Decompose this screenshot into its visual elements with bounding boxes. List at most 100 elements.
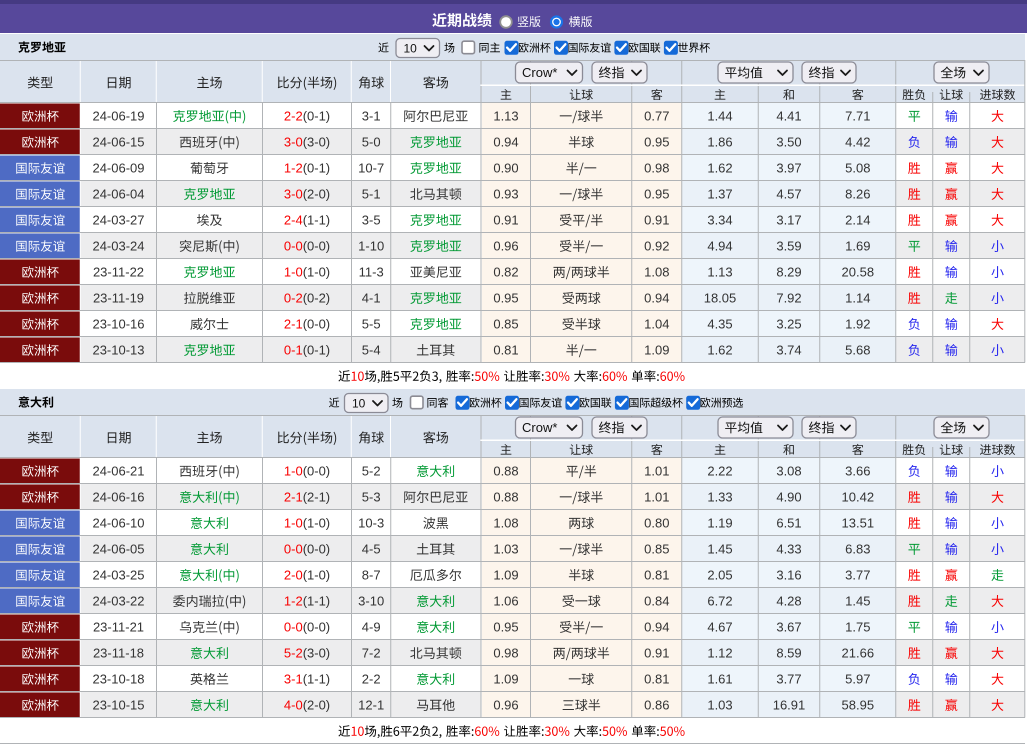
svg-text:24-06-21: 24-06-21 [92,464,144,479]
svg-text:3.74: 3.74 [776,343,801,358]
svg-text:6.51: 6.51 [776,516,801,531]
svg-text:0.91: 0.91 [493,213,518,228]
svg-text:Crow*: Crow* [522,65,557,80]
svg-text:0.92: 0.92 [644,239,669,254]
svg-text:1.08: 1.08 [644,265,669,280]
svg-text:1-10: 1-10 [358,239,384,254]
svg-text:3-0(3-0): 3-0(3-0) [284,135,330,150]
svg-text:1.75: 1.75 [845,620,870,635]
svg-text:0.94: 0.94 [644,291,669,306]
svg-text:3.34: 3.34 [707,213,732,228]
svg-text:3.77: 3.77 [845,568,870,583]
svg-text:0.91: 0.91 [644,646,669,661]
svg-text:0.94: 0.94 [493,135,518,150]
svg-text:16.91: 16.91 [773,698,806,713]
svg-text:4.94: 4.94 [707,239,732,254]
svg-text:3.67: 3.67 [776,620,801,635]
svg-text:3.17: 3.17 [776,213,801,228]
svg-text:0.95: 0.95 [644,135,669,150]
svg-text:0.81: 0.81 [493,343,518,358]
svg-text:23-11-22: 23-11-22 [93,265,144,280]
svg-text:1.86: 1.86 [707,135,732,150]
svg-text:2-0(1-0): 2-0(1-0) [284,568,330,583]
svg-text:1.92: 1.92 [845,317,870,332]
svg-text:5-1: 5-1 [362,187,381,202]
svg-text:24-06-10: 24-06-10 [92,516,144,531]
svg-text:1.03: 1.03 [707,698,732,713]
svg-text:0.98: 0.98 [644,161,669,176]
svg-text:1.12: 1.12 [707,646,732,661]
svg-text:24-06-15: 24-06-15 [92,135,144,150]
svg-text:1.61: 1.61 [707,672,732,687]
svg-text:4.28: 4.28 [776,594,801,609]
svg-text:3.25: 3.25 [776,317,801,332]
svg-text:0.98: 0.98 [493,646,518,661]
svg-text:0.94: 0.94 [644,620,669,635]
svg-text:23-11-18: 23-11-18 [93,646,144,661]
svg-text:1.33: 1.33 [707,490,732,505]
svg-text:3.50: 3.50 [776,135,801,150]
svg-text:11-3: 11-3 [359,265,384,280]
svg-text:24-06-16: 24-06-16 [92,490,144,505]
svg-text:5.97: 5.97 [845,672,870,687]
svg-text:24-03-25: 24-03-25 [92,568,144,583]
svg-text:4-9: 4-9 [362,620,381,635]
svg-text:0.85: 0.85 [493,317,518,332]
svg-text:3-1(1-1): 3-1(1-1) [284,672,330,687]
svg-text:1.14: 1.14 [845,291,870,306]
svg-text:1.06: 1.06 [493,594,518,609]
svg-text:5.68: 5.68 [845,343,870,358]
svg-text:2.14: 2.14 [845,213,870,228]
svg-text:10: 10 [352,396,366,410]
svg-text:10-3: 10-3 [358,516,384,531]
svg-text:5-5: 5-5 [362,317,381,332]
svg-text:0.84: 0.84 [644,594,669,609]
svg-text:4-5: 4-5 [362,542,381,557]
svg-text:1.13: 1.13 [493,109,518,124]
svg-text:4.35: 4.35 [707,317,732,332]
svg-text:0.95: 0.95 [493,620,518,635]
svg-text:2-1(0-0): 2-1(0-0) [284,317,330,332]
svg-text:24-06-19: 24-06-19 [92,109,144,124]
svg-text:0.88: 0.88 [493,490,518,505]
svg-text:5-4: 5-4 [362,343,381,358]
svg-text:5-2: 5-2 [362,464,381,479]
svg-text:24-03-22: 24-03-22 [92,594,144,609]
svg-text:3.16: 3.16 [776,568,801,583]
svg-text:13.51: 13.51 [842,516,875,531]
svg-text:1.09: 1.09 [493,672,518,687]
svg-text:0.90: 0.90 [493,161,518,176]
svg-text:20.58: 20.58 [842,265,875,280]
svg-text:2-2(0-1): 2-2(0-1) [284,109,330,124]
svg-text:1.08: 1.08 [493,516,518,531]
svg-text:3-1: 3-1 [362,109,381,124]
svg-text:7-2: 7-2 [362,646,381,661]
svg-text:10-7: 10-7 [358,161,384,176]
svg-text:Crow*: Crow* [522,420,557,435]
svg-text:0-2(0-2): 0-2(0-2) [284,291,330,306]
svg-text:6.72: 6.72 [707,594,732,609]
svg-text:8.26: 8.26 [845,187,870,202]
svg-text:4-0(2-0): 4-0(2-0) [284,698,330,713]
svg-text:4.33: 4.33 [776,542,801,557]
svg-text:1-0(1-0): 1-0(1-0) [284,265,330,280]
svg-text:3.66: 3.66 [845,464,870,479]
svg-text:1.62: 1.62 [707,161,732,176]
svg-text:7.92: 7.92 [776,291,801,306]
svg-text:1.19: 1.19 [707,516,732,531]
svg-text:2-2: 2-2 [362,672,381,687]
svg-text:4.42: 4.42 [845,135,870,150]
svg-text:0.95: 0.95 [493,291,518,306]
svg-text:2.22: 2.22 [707,464,732,479]
svg-text:12-1: 12-1 [358,698,384,713]
svg-text:1.44: 1.44 [707,109,732,124]
svg-text:0.93: 0.93 [493,187,518,202]
svg-text:1.09: 1.09 [493,568,518,583]
svg-text:0.81: 0.81 [644,672,669,687]
svg-text:0.81: 0.81 [644,568,669,583]
svg-text:1.04: 1.04 [644,317,669,332]
svg-text:23-10-18: 23-10-18 [92,672,144,687]
svg-text:0.88: 0.88 [493,464,518,479]
svg-text:3.08: 3.08 [776,464,801,479]
svg-text:23-11-21: 23-11-21 [93,620,144,635]
